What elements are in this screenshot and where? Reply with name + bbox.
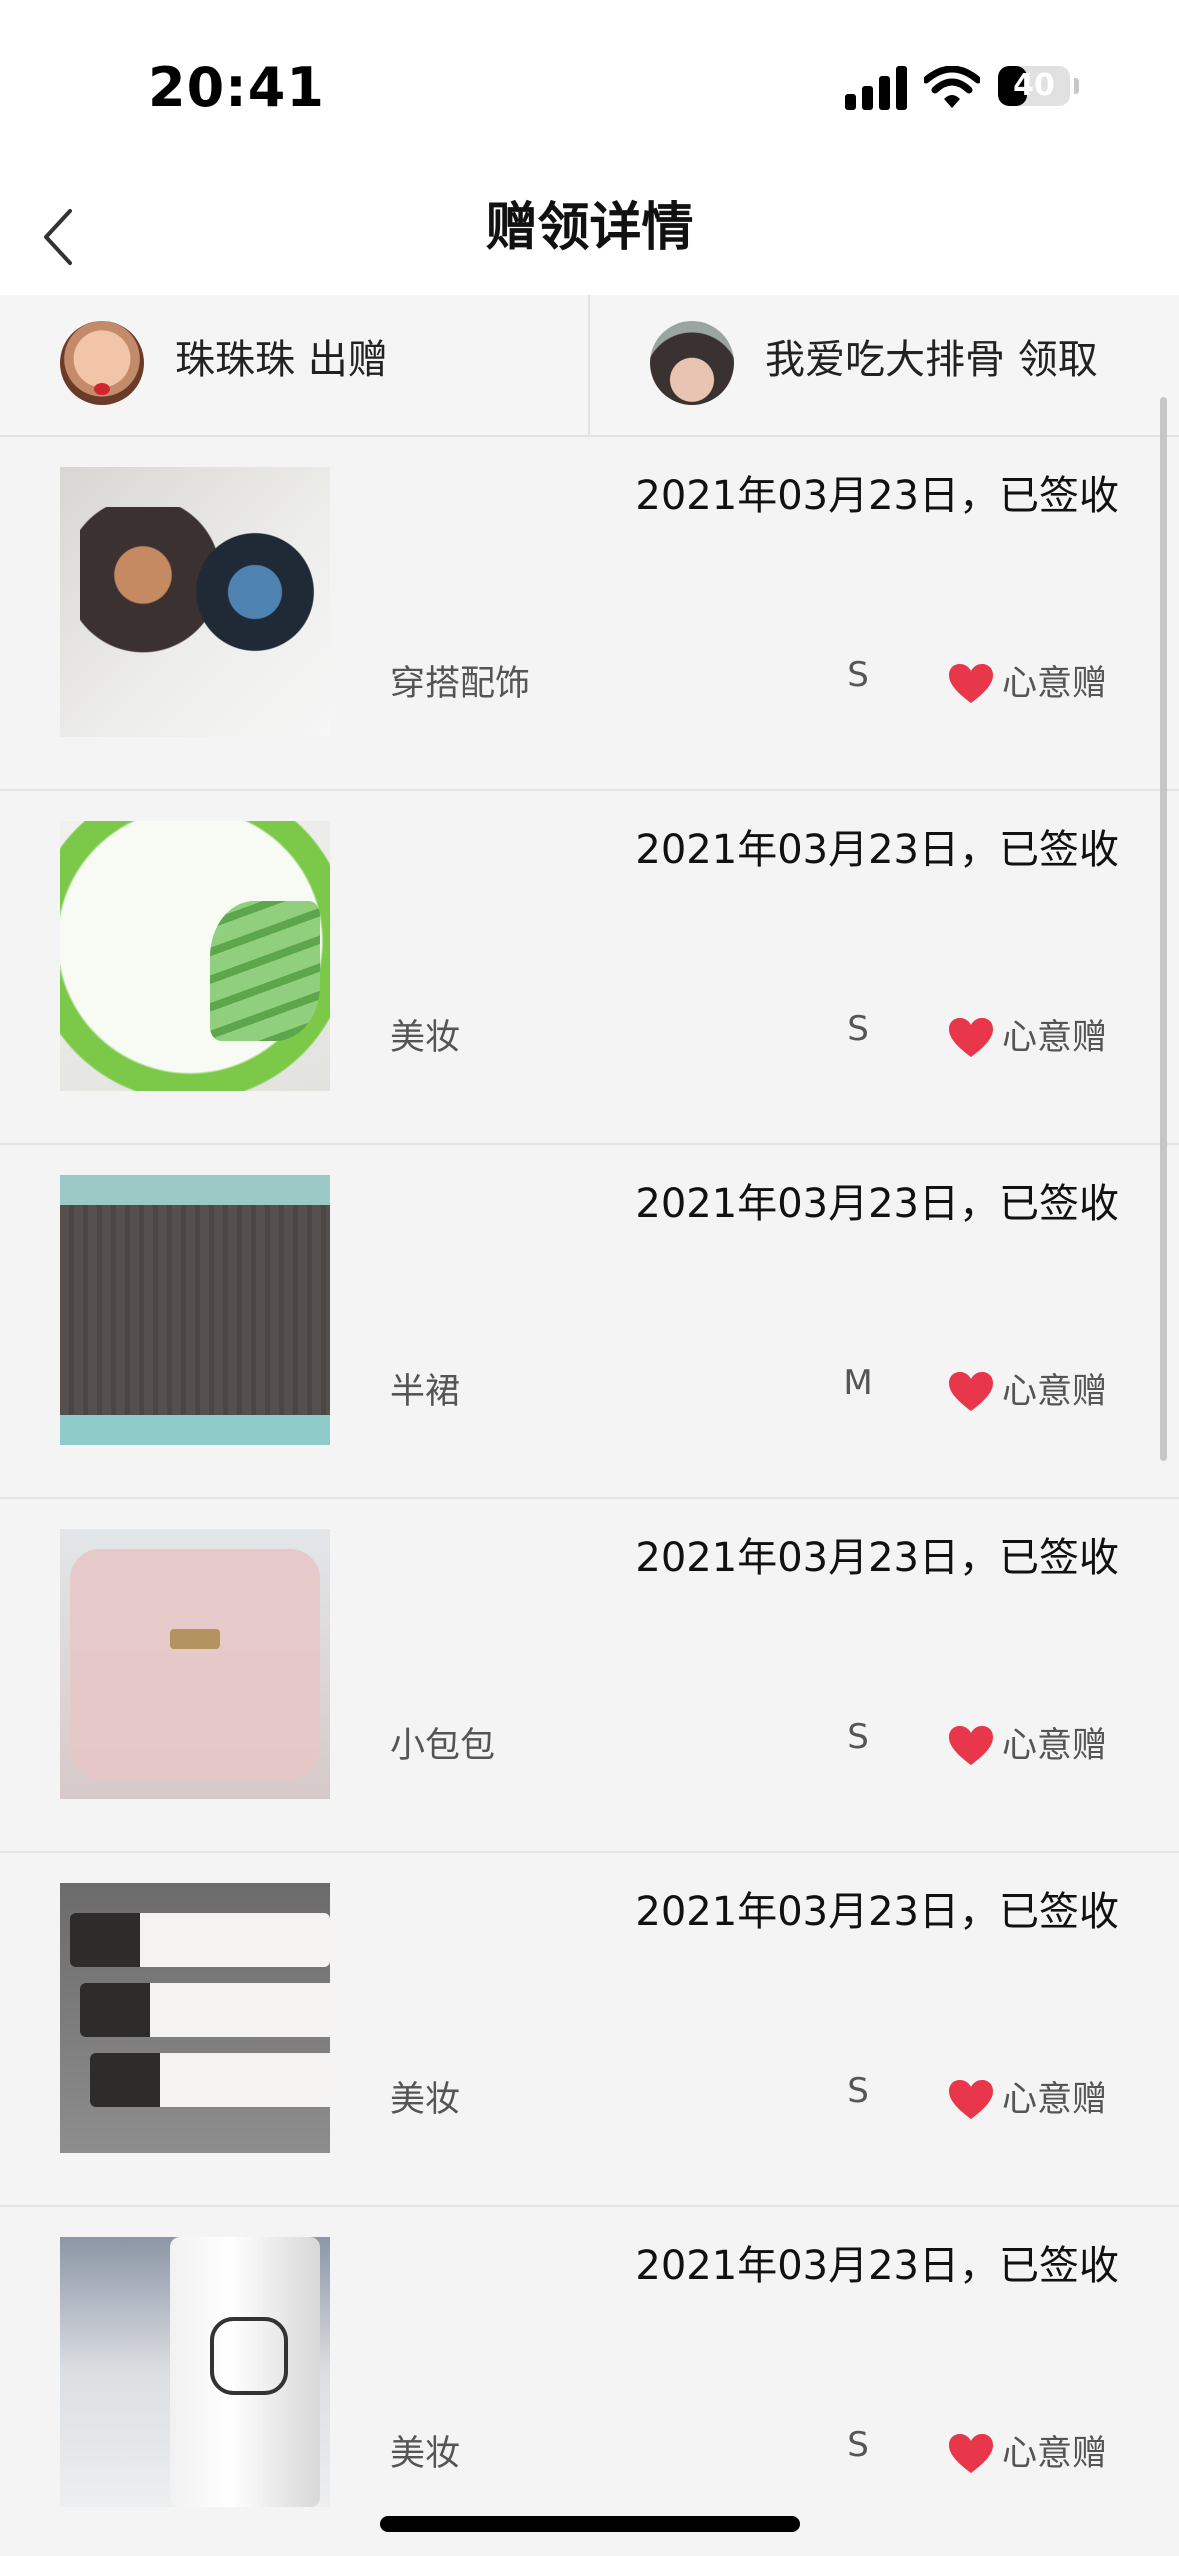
item-thumbnail[interactable]: [60, 1175, 330, 1445]
page-title: 赠领详情: [485, 198, 694, 258]
item-gift-type: 心意赠: [1002, 1372, 1108, 1412]
item-date-status: 2021年03月23日，已签收: [635, 827, 1119, 873]
item-size: S: [847, 655, 869, 695]
receiver-name: 我爱吃大排骨 领取: [765, 337, 1098, 383]
heart-icon: [949, 1726, 993, 1765]
item-size: S: [847, 2425, 869, 2465]
item-category: 美妆: [390, 2080, 461, 2120]
item-date-status: 2021年03月23日，已签收: [635, 1535, 1119, 1581]
back-button[interactable]: [28, 199, 98, 269]
scrollbar[interactable]: [1160, 397, 1167, 1461]
list-item[interactable]: 2021年03月23日，已签收 美妆 S 心意赠: [0, 1853, 1179, 2207]
item-size: S: [847, 1717, 869, 1757]
item-thumbnail[interactable]: [60, 2237, 330, 2507]
list-item[interactable]: 2021年03月23日，已签收 小包包 S 心意赠: [0, 1499, 1179, 1853]
item-category: 美妆: [390, 2434, 461, 2474]
item-category: 半裙: [390, 1372, 461, 1412]
heart-icon: [949, 1372, 993, 1411]
cellular-signal-icon: [845, 66, 907, 110]
item-thumbnail[interactable]: [60, 1883, 330, 2153]
receiver-avatar[interactable]: [650, 321, 734, 405]
list-item[interactable]: 2021年03月23日，已签收 美妆 S 心意赠: [0, 2207, 1179, 2556]
status-bar: 20:41 40: [0, 0, 1179, 175]
heart-icon: [949, 664, 993, 703]
heart-icon: [949, 1018, 993, 1057]
item-size: S: [847, 2071, 869, 2111]
wifi-icon: [922, 65, 982, 110]
item-size: M: [843, 1363, 873, 1403]
battery-cap: [1074, 78, 1079, 94]
item-category: 穿搭配饰: [390, 664, 531, 704]
list-item[interactable]: 2021年03月23日，已签收 美妆 S 心意赠: [0, 791, 1179, 1145]
giver-name: 珠珠珠 出赠: [175, 337, 388, 383]
parties-header: 珠珠珠 出赠 我爱吃大排骨 领取: [0, 295, 1179, 437]
item-size: S: [847, 1009, 869, 1049]
item-gift-type: 心意赠: [1002, 2434, 1108, 2474]
list-item[interactable]: 2021年03月23日，已签收 半裙 M 心意赠: [0, 1145, 1179, 1499]
item-gift-type: 心意赠: [1002, 1018, 1108, 1058]
item-category: 小包包: [390, 1726, 496, 1766]
receiver-profile[interactable]: 我爱吃大排骨 领取: [590, 295, 1179, 435]
item-category: 美妆: [390, 1018, 461, 1058]
home-indicator[interactable]: [380, 2516, 800, 2532]
item-gift-type: 心意赠: [1002, 2080, 1108, 2120]
navigation-bar: 赠领详情: [0, 175, 1179, 295]
item-thumbnail[interactable]: [60, 467, 330, 737]
chevron-left-icon: [44, 209, 72, 265]
battery-level: 40: [1013, 68, 1055, 103]
battery-icon: 40: [998, 66, 1070, 106]
list-item[interactable]: 2021年03月23日，已签收 穿搭配饰 S 心意赠: [0, 437, 1179, 791]
heart-icon: [949, 2080, 993, 2119]
item-gift-type: 心意赠: [1002, 664, 1108, 704]
item-date-status: 2021年03月23日，已签收: [635, 1889, 1119, 1935]
item-date-status: 2021年03月23日，已签收: [635, 473, 1119, 519]
item-gift-type: 心意赠: [1002, 1726, 1108, 1766]
giver-avatar[interactable]: [60, 321, 144, 405]
giver-profile[interactable]: 珠珠珠 出赠: [0, 295, 590, 435]
gift-detail-screen: 20:41 40 赠领详情 珠珠珠 出赠 我爱吃大排骨 领取 2021年03月2…: [0, 0, 1179, 2556]
item-date-status: 2021年03月23日，已签收: [635, 1181, 1119, 1227]
item-thumbnail[interactable]: [60, 821, 330, 1091]
status-time: 20:41: [148, 56, 325, 119]
item-date-status: 2021年03月23日，已签收: [635, 2243, 1119, 2289]
heart-icon: [949, 2434, 993, 2473]
gift-item-list: 2021年03月23日，已签收 穿搭配饰 S 心意赠 2021年03月23日，已…: [0, 437, 1179, 2556]
item-thumbnail[interactable]: [60, 1529, 330, 1799]
